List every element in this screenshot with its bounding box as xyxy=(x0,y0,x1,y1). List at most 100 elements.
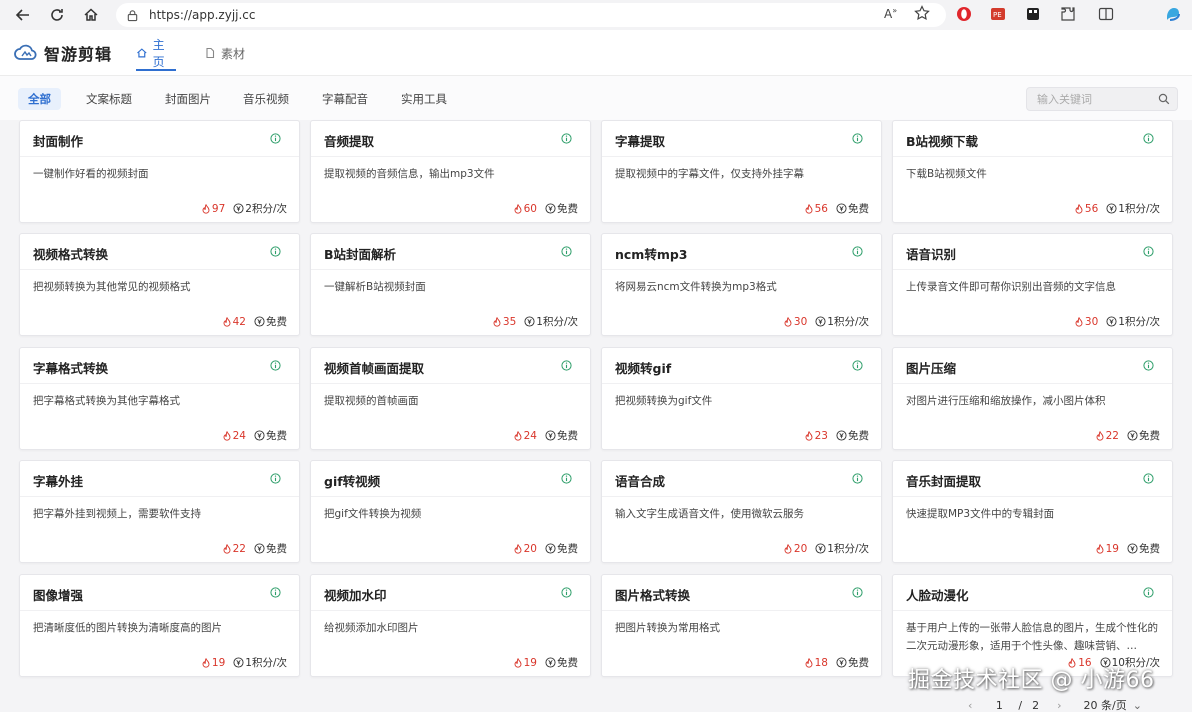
logo[interactable]: 智游剪辑 xyxy=(14,41,112,65)
info-icon[interactable] xyxy=(270,473,281,484)
tool-card[interactable]: 语音识别 上传录音文件即可帮你识别出音频的文字信息 30 1积分/次 xyxy=(892,233,1173,336)
tool-card[interactable]: 图像增强 把清晰度低的图片转换为清晰度高的图片 19 1积分/次 xyxy=(19,574,300,677)
tool-card[interactable]: B站视频下载 下载B站视频文件 56 1积分/次 xyxy=(892,120,1173,223)
current-page-input[interactable]: 1 xyxy=(980,699,1018,712)
hot-count: 20 xyxy=(513,543,537,555)
price-info: 免费 xyxy=(254,314,287,329)
card-header: 字幕格式转换 xyxy=(20,348,299,384)
tool-card[interactable]: 视频格式转换 把视频转换为其他常见的视频格式 42 免费 xyxy=(19,233,300,336)
tool-card[interactable]: B站封面解析 一键解析B站视频封面 35 1积分/次 xyxy=(310,233,591,336)
tool-card[interactable]: ncm转mp3 将网易云ncm文件转换为mp3格式 30 1积分/次 xyxy=(601,233,882,336)
info-icon[interactable] xyxy=(852,587,863,598)
info-icon[interactable] xyxy=(1143,473,1154,484)
tab-home[interactable]: 主页 xyxy=(136,30,176,76)
price-value: 1积分/次 xyxy=(536,316,578,328)
tool-card[interactable]: 语音合成 输入文字生成语音文件，使用微软云服务 20 1积分/次 xyxy=(601,460,882,563)
card-description: 提取视频的首帧画面 xyxy=(324,395,419,407)
app-window: 智游剪辑 主页 素材 全部 文案标题 封面图片 音乐视频 字幕配音 实用工具 封… xyxy=(0,30,1192,712)
price-value: 免费 xyxy=(557,203,578,215)
tool-card[interactable]: 图片格式转换 把图片转换为常用格式 18 免费 xyxy=(601,574,882,677)
price-value: 1积分/次 xyxy=(1118,203,1160,215)
info-icon[interactable] xyxy=(1143,587,1154,598)
reload-icon[interactable] xyxy=(46,4,68,26)
category-cover-image[interactable]: 封面图片 xyxy=(155,88,221,110)
tool-card[interactable]: 视频转gif 把视频转换为gif文件 23 免费 xyxy=(601,347,882,450)
info-icon[interactable] xyxy=(852,246,863,257)
next-page-icon[interactable]: › xyxy=(1057,699,1061,712)
split-screen-icon[interactable] xyxy=(1098,6,1114,26)
hot-count: 56 xyxy=(1074,203,1098,215)
info-icon[interactable] xyxy=(270,360,281,371)
page-size-select[interactable]: 20 条/页 xyxy=(1084,697,1127,712)
tool-card[interactable]: 封面制作 一键制作好看的视频封面 97 2积分/次 xyxy=(19,120,300,223)
search-input[interactable] xyxy=(1027,88,1157,110)
category-utilities[interactable]: 实用工具 xyxy=(391,88,457,110)
card-header: gif转视频 xyxy=(311,461,590,497)
opera-icon[interactable] xyxy=(956,6,972,26)
price-info: 1积分/次 xyxy=(1106,201,1160,216)
address-bar[interactable]: https://app.zyjj.cc xyxy=(116,3,946,27)
hot-count: 19 xyxy=(201,657,225,669)
coin-icon xyxy=(545,657,556,668)
tool-card[interactable]: 字幕格式转换 把字幕格式转换为其他字幕格式 24 免费 xyxy=(19,347,300,450)
read-aloud-icon[interactable]: A» xyxy=(884,6,897,21)
info-icon[interactable] xyxy=(270,587,281,598)
card-header: 图片压缩 xyxy=(893,348,1172,384)
fire-icon xyxy=(1075,203,1083,214)
info-icon[interactable] xyxy=(852,473,863,484)
hot-count: 30 xyxy=(783,316,807,328)
category-subtitle-dub[interactable]: 字幕配音 xyxy=(312,88,378,110)
card-title: 视频首帧画面提取 xyxy=(324,361,425,376)
card-footer: 20 免费 xyxy=(513,541,578,556)
info-icon[interactable] xyxy=(561,360,572,371)
info-icon[interactable] xyxy=(852,133,863,144)
card-title: gif转视频 xyxy=(324,474,381,489)
pdf-icon[interactable]: PE xyxy=(990,6,1006,26)
price-value: 免费 xyxy=(848,430,869,442)
card-description: 把gif文件转换为视频 xyxy=(324,508,422,520)
info-icon[interactable] xyxy=(1143,133,1154,144)
hot-value: 19 xyxy=(211,656,226,669)
app-title: 智游剪辑 xyxy=(44,45,113,64)
tool-card[interactable]: 音频提取 提取视频的音频信息，输出mp3文件 60 免费 xyxy=(310,120,591,223)
prev-page-icon[interactable]: ‹ xyxy=(968,699,972,712)
extensions-icon[interactable] xyxy=(1060,6,1076,26)
copilot-icon[interactable] xyxy=(1164,5,1182,27)
tool-card[interactable]: 字幕提取 提取视频中的字幕文件，仅支持外挂字幕 56 免费 xyxy=(601,120,882,223)
pagination: ‹ 1 / 2 › 20 条/页 ⌄ xyxy=(960,698,1142,712)
tab-materials[interactable]: 素材 xyxy=(204,30,248,76)
card-footer: 23 免费 xyxy=(804,428,869,443)
tool-card[interactable]: 字幕外挂 把字幕外挂到视频上，需要软件支持 22 免费 xyxy=(19,460,300,563)
active-tab-indicator xyxy=(136,69,176,71)
back-icon[interactable] xyxy=(12,4,34,26)
info-icon[interactable] xyxy=(561,133,572,144)
category-all[interactable]: 全部 xyxy=(18,88,61,110)
search-icon[interactable] xyxy=(1158,93,1170,105)
hot-value: 19 xyxy=(1105,542,1119,555)
fire-icon xyxy=(202,203,210,214)
tool-card[interactable]: 视频加水印 给视频添加水印图片 19 免费 xyxy=(310,574,591,677)
tool-card[interactable]: 音乐封面提取 快速提取MP3文件中的专辑封面 19 免费 xyxy=(892,460,1173,563)
info-icon[interactable] xyxy=(852,360,863,371)
card-title: 视频格式转换 xyxy=(33,247,109,262)
tool-card[interactable]: gif转视频把gif文件转换为视频 20 免费 xyxy=(310,460,591,563)
category-copywriting[interactable]: 文案标题 xyxy=(76,88,142,110)
info-icon[interactable] xyxy=(1143,360,1154,371)
info-icon[interactable] xyxy=(561,246,572,257)
chevron-down-icon[interactable]: ⌄ xyxy=(1133,699,1142,712)
favorite-star-icon[interactable] xyxy=(914,5,930,25)
coin-icon xyxy=(254,316,265,327)
info-icon[interactable] xyxy=(270,133,281,144)
tool-card[interactable]: 图片压缩 对图片进行压缩和缩放操作，减小图片体积 22 免费 xyxy=(892,347,1173,450)
info-icon[interactable] xyxy=(561,587,572,598)
info-icon[interactable] xyxy=(1143,246,1154,257)
hot-count: 24 xyxy=(222,430,246,442)
info-icon[interactable] xyxy=(561,473,572,484)
hot-value: 56 xyxy=(814,202,828,215)
info-icon[interactable] xyxy=(270,246,281,257)
collection-icon[interactable] xyxy=(1025,6,1041,26)
category-music-video[interactable]: 音乐视频 xyxy=(233,88,299,110)
home-icon[interactable] xyxy=(80,4,102,26)
card-description: 快速提取MP3文件中的专辑封面 xyxy=(906,508,1055,520)
tool-card[interactable]: 视频首帧画面提取 提取视频的首帧画面 24 免费 xyxy=(310,347,591,450)
